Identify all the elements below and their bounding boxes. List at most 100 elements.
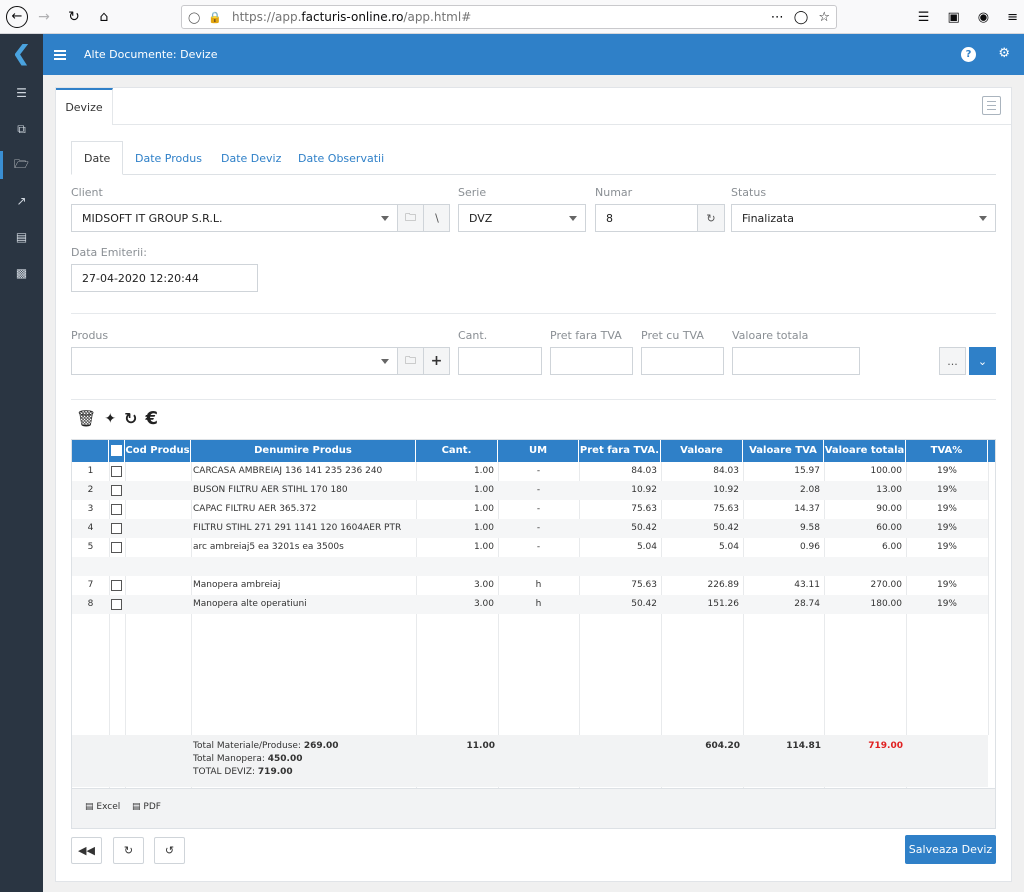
list-view-icon[interactable] (982, 96, 1001, 115)
table-row[interactable]: 4 FILTRU STIHL 271 291 1141 120 1604AER P… (72, 519, 988, 538)
shield-icon: ◯ (188, 10, 201, 24)
forward-arrow-icon[interactable]: → (32, 5, 56, 29)
header-cod-produs[interactable]: Cod Produs (125, 440, 191, 462)
pret-fara-tva-input[interactable] (550, 347, 633, 375)
header-cant[interactable]: Cant. (416, 440, 498, 462)
account-icon[interactable]: ◉ (978, 10, 989, 25)
sidebar-item-copy[interactable]: ⧉ (0, 111, 43, 147)
reload-icon[interactable]: ↻ (62, 5, 86, 29)
row-checkbox[interactable] (111, 466, 122, 477)
header-valoare-tva[interactable]: Valoare TVA (743, 440, 824, 462)
table-row[interactable]: 5 arc ambreiaj5 ea 3201s ea 3500s 1.00 - 5.0… (72, 538, 988, 557)
save-deviz-button[interactable]: Salveaza Deviz (905, 835, 996, 864)
trash-icon[interactable]: 🗑 (76, 409, 96, 428)
cell-row-number: 2 (87, 485, 94, 495)
euro-icon[interactable]: € (145, 408, 158, 429)
row-checkbox[interactable] (111, 523, 122, 534)
wand-icon: ∖ (432, 211, 440, 225)
settings-gears-icon[interactable]: ⚙ (998, 46, 1010, 61)
tab-date-observatii[interactable]: Date Observatii (298, 141, 384, 175)
cell-unit: - (536, 504, 541, 514)
tab-date-produs[interactable]: Date Produs (135, 141, 202, 175)
cell-value (661, 557, 739, 576)
client-select[interactable]: MIDSOFT IT GROUP S.R.L. (71, 204, 398, 232)
produs-select[interactable] (71, 347, 398, 375)
table-scrollbar[interactable] (988, 462, 995, 735)
header-pret-fara-tva[interactable]: Pret fara TVA. (579, 440, 661, 462)
sidebar-toggle-icon[interactable]: ▣ (947, 10, 959, 25)
sidebar-item-reports[interactable]: ▩ (0, 255, 43, 291)
magic-wand-icon[interactable]: ✦ (104, 411, 116, 427)
cell-price (579, 557, 657, 576)
table-row[interactable]: 2 BUSON FILTRU AER STIHL 170 180 1.00 - 10.9… (72, 481, 988, 500)
divider (71, 313, 996, 314)
refresh-icon: ↻ (706, 211, 716, 225)
more-options-button[interactable]: ... (939, 347, 966, 375)
table-row[interactable]: 8 Manopera alte operatiuni 3.00 h 50.42 151.2… (72, 595, 988, 614)
address-bar[interactable]: ◯ 🔒 https://app.facturis-online.ro/app.h… (181, 5, 837, 29)
tab-date-deviz[interactable]: Date Deviz (221, 141, 281, 175)
history-button[interactable]: ↺ (154, 837, 185, 864)
back-arrow-icon[interactable]: ← (6, 5, 28, 28)
client-folder-button[interactable]: 🗀 (397, 204, 424, 232)
tab-devize[interactable]: Devize (56, 88, 113, 125)
back-button[interactable]: ◀◀ (71, 837, 102, 864)
row-checkbox[interactable] (111, 504, 122, 515)
library-icon[interactable]: ☰ (918, 10, 930, 25)
home-icon[interactable]: ⌂ (92, 5, 116, 29)
row-checkbox[interactable] (111, 485, 122, 496)
cell-total-value (824, 557, 902, 576)
refresh-button[interactable]: ↻ (113, 837, 144, 864)
excel-export-button[interactable]: ▤ Excel (85, 802, 120, 812)
header-valoare[interactable]: Valoare (661, 440, 743, 462)
sidebar-item-documents[interactable]: 🗁 (0, 147, 43, 183)
app-logo[interactable] (0, 34, 43, 75)
tab-date[interactable]: Date (71, 141, 124, 175)
expand-button[interactable]: ⌄ (969, 347, 996, 375)
cell-row-number: 5 (87, 542, 94, 552)
produs-add-button[interactable]: + (423, 347, 450, 375)
valoare-totala-input[interactable] (732, 347, 860, 375)
table-footer: ▤ Excel ▤ PDF (72, 788, 995, 828)
cell-price: 10.92 (631, 485, 657, 495)
table-row[interactable]: 7 Manopera ambreiaj 3.00 h 75.63 226.89 43.11 2… (72, 576, 988, 595)
header-valoare-totala[interactable]: Valoare totala (824, 440, 906, 462)
table-row[interactable] (72, 557, 988, 576)
help-icon[interactable]: ? (961, 47, 976, 62)
pocket-icon[interactable]: ◯ (794, 10, 809, 25)
numar-input[interactable]: 8 (595, 204, 698, 232)
refresh-icon[interactable]: ↻ (124, 409, 137, 428)
numar-refresh-button[interactable]: ↻ (697, 204, 725, 232)
table-row[interactable]: 3 CAPAC FILTRU AER 365.372 1.00 - 75.63 75.63… (72, 500, 988, 519)
header-tva-pct[interactable]: TVA% (906, 440, 988, 462)
sidebar-item-file[interactable]: ▤ (0, 219, 43, 255)
header-um[interactable]: UM (498, 440, 579, 462)
row-checkbox[interactable] (111, 542, 122, 553)
menu-icon[interactable]: ≡ (1007, 10, 1018, 25)
pdf-export-button[interactable]: ▤ PDF (132, 802, 161, 812)
sidebar-item-chart[interactable]: ↗ (0, 183, 43, 219)
cell-value: 84.03 (713, 466, 739, 476)
row-checkbox[interactable] (111, 580, 122, 591)
select-all-checkbox[interactable] (111, 445, 122, 456)
cell-value: 5.04 (718, 542, 739, 552)
client-edit-button[interactable]: ∖ (423, 204, 450, 232)
bookmark-star-icon[interactable]: ☆ (818, 10, 830, 25)
table-row[interactable]: 1 CARCASA AMBREIAJ 136 141 235 236 240 1.0… (72, 462, 988, 481)
main-panel: Devize Date Date Produs Date Deviz Date … (55, 87, 1012, 882)
hamburger-icon[interactable] (54, 49, 66, 60)
row-checkbox[interactable] (111, 599, 122, 610)
more-actions-icon[interactable]: ⋯ (771, 10, 784, 25)
total-manopera: Total Manopera: 450.00 (193, 754, 303, 764)
pret-cu-tva-input[interactable] (641, 347, 724, 375)
cant-input[interactable] (458, 347, 542, 375)
sidebar-item-list[interactable]: ☰ (0, 75, 43, 111)
data-emiterii-input[interactable]: 27-04-2020 12:20:44 (71, 264, 258, 292)
folder-icon: 🗀 (405, 353, 416, 367)
header-denumire-produs[interactable]: Denumire Produs (191, 440, 416, 462)
produs-folder-button[interactable]: 🗀 (397, 347, 424, 375)
serie-select[interactable]: DVZ (458, 204, 586, 232)
cell-row-number: 7 (87, 580, 94, 590)
status-select[interactable]: Finalizata (731, 204, 996, 232)
cell-row-number: 3 (87, 504, 94, 514)
